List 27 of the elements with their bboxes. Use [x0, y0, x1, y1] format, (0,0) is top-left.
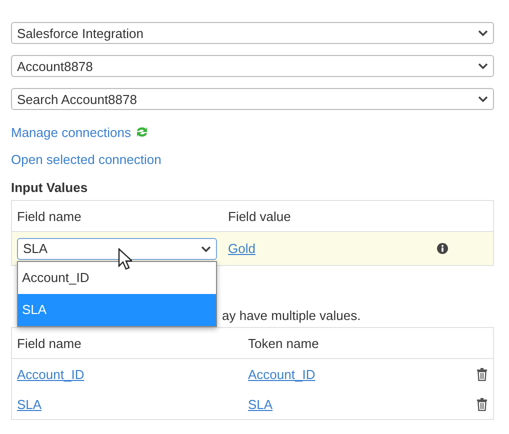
field-value-link[interactable]: Gold: [228, 241, 256, 256]
chevron-icon: [478, 30, 488, 36]
token-name-link[interactable]: SLA: [248, 396, 273, 412]
field-name-link[interactable]: Account_ID: [17, 366, 84, 382]
info-icon[interactable]: [437, 243, 448, 254]
section-heading: Input Values: [11, 180, 89, 196]
dropdown-select[interactable]: Account8878: [11, 55, 494, 77]
dropdown-option[interactable]: Account_ID: [18, 262, 216, 294]
column-header: Field name: [17, 208, 82, 224]
dropdown-option[interactable]: SLA: [18, 294, 216, 326]
dropdown-select[interactable]: Search Account8878: [11, 88, 494, 110]
column-header: Token name: [248, 336, 319, 350]
chevron-icon: [478, 63, 488, 69]
trash-icon[interactable]: [477, 398, 487, 410]
connection-link[interactable]: Open selected connection: [11, 152, 162, 166]
chevron-icon: [478, 96, 488, 102]
trash-icon[interactable]: [477, 368, 487, 380]
connection-link[interactable]: Manage connections: [11, 124, 131, 140]
field-name-select[interactable]: SLA: [17, 238, 217, 260]
description-text: ay have multiple values.: [222, 308, 361, 323]
column-header: Field value: [228, 208, 291, 224]
chevron-icon: [201, 246, 211, 252]
field-name-link[interactable]: SLA: [17, 396, 42, 412]
dropdown-select[interactable]: Salesforce Integration: [11, 22, 494, 44]
token-name-link[interactable]: Account_ID: [248, 366, 316, 382]
refresh-icon: [134, 125, 149, 139]
column-header: Field name: [17, 336, 82, 350]
